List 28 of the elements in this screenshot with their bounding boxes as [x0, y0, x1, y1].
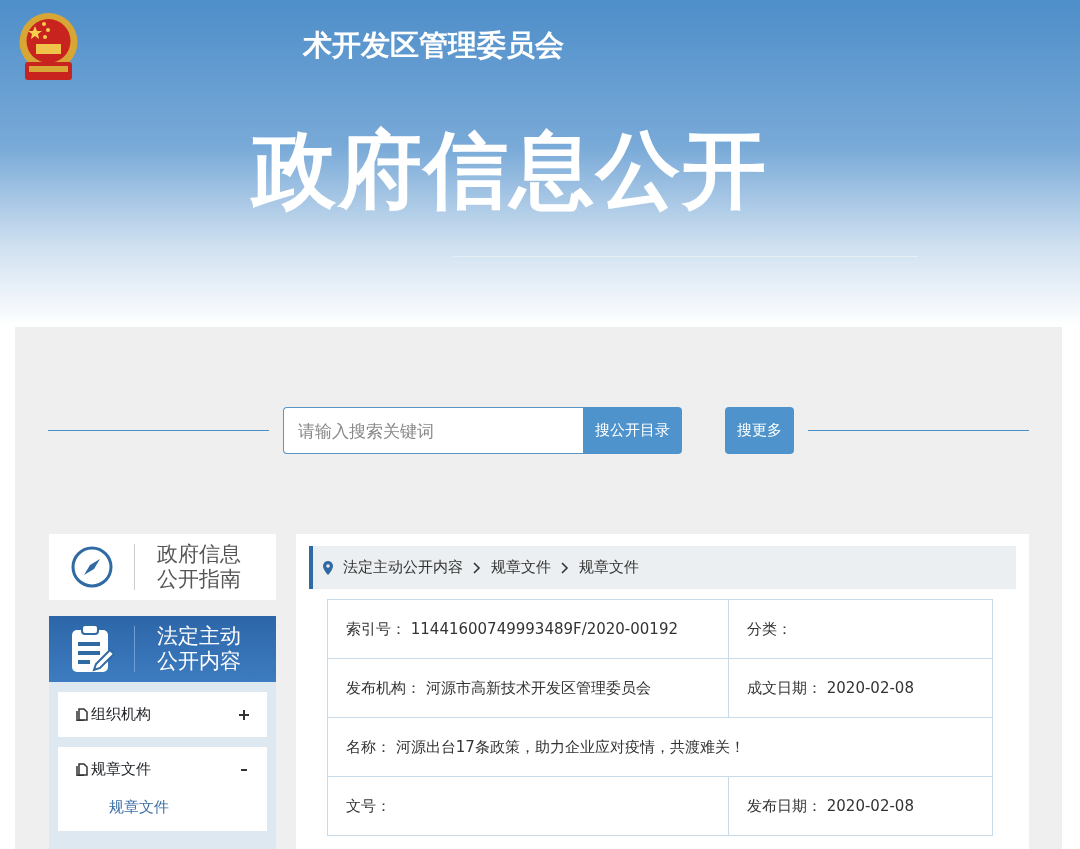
card-label: 法定主动 公开内容 — [156, 624, 241, 674]
detail-cell: 分类： — [728, 600, 992, 658]
detail-cell: 成文日期： 2020-02-08 — [728, 659, 992, 717]
detail-cell-text: 文号： — [345, 795, 392, 817]
chevron-right-icon — [473, 561, 481, 574]
detail-cell: 发布日期： 2020-02-08 — [728, 777, 992, 835]
breadcrumb-link[interactable]: 规章文件 — [579, 556, 639, 579]
clipboard-pencil-icon — [69, 624, 114, 674]
breadcrumb-link[interactable]: 规章文件 — [491, 556, 551, 579]
compass-icon — [69, 545, 114, 589]
content-card[interactable]: 法定主动 公开内容 — [49, 616, 276, 682]
tree-item-link[interactable]: 组织机构 — [91, 703, 151, 726]
document-icon — [76, 763, 88, 776]
tree-item-link[interactable]: 规章文件 — [91, 758, 151, 781]
guide-card[interactable]: 政府信息 公开指南 — [49, 534, 276, 600]
tree-child-link[interactable]: 规章文件 — [58, 792, 267, 831]
detail-cell-text: 发布机构： 河源市高新技术开发区管理委员会 — [345, 677, 652, 699]
chevron-right-icon — [561, 561, 569, 574]
document-icon — [76, 708, 88, 721]
page-title: 政府信息公开 — [252, 124, 768, 217]
org-name: 术开发区管理委员会 — [303, 28, 564, 63]
search-field[interactable]: 请输入搜索关键词 — [283, 407, 583, 454]
detail-cell-text: 索引号： 11441600749993489F/2020-00192 — [345, 618, 679, 640]
breadcrumb-link[interactable]: 法定主动公开内容 — [343, 556, 463, 579]
card-label: 政府信息 公开指南 — [156, 542, 241, 592]
detail-cell-text: 名称： 河源出台17条政策，助力企业应对疫情，共渡难关！ — [345, 736, 746, 758]
location-pin-icon — [323, 560, 333, 575]
plus-icon[interactable] — [239, 709, 249, 720]
